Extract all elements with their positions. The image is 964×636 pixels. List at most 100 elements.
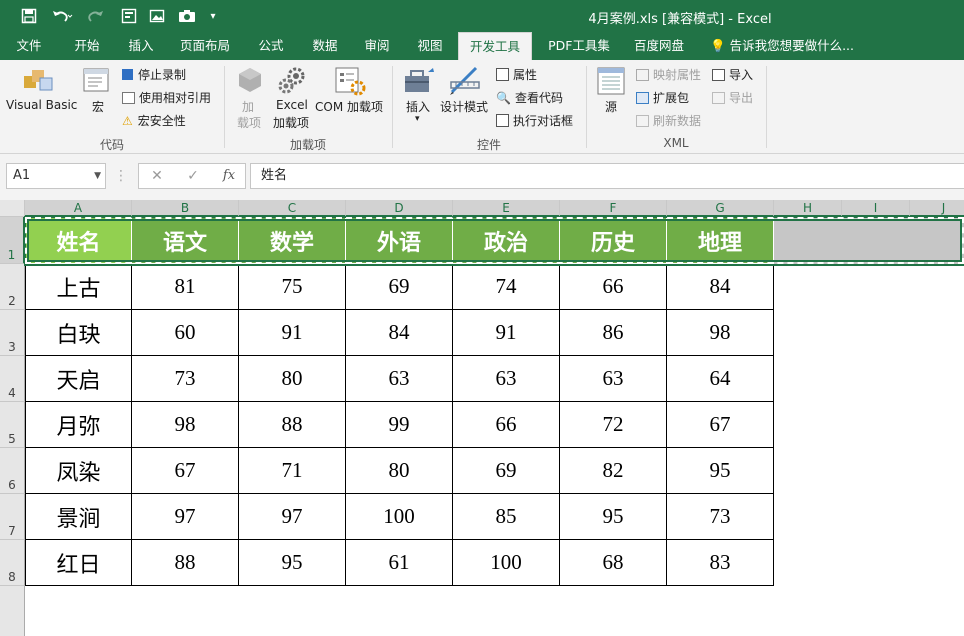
- score-cell[interactable]: 68: [560, 540, 667, 586]
- row-header-3[interactable]: 3: [0, 310, 25, 356]
- score-cell[interactable]: 98: [667, 310, 774, 356]
- header-cell-history[interactable]: 历史: [560, 218, 667, 264]
- column-header-j[interactable]: J: [910, 200, 964, 217]
- score-cell[interactable]: 97: [239, 494, 346, 540]
- score-cell[interactable]: 72: [560, 402, 667, 448]
- tab-developer[interactable]: 开发工具: [458, 32, 532, 60]
- insert-function-icon[interactable]: fx: [217, 163, 241, 189]
- save-icon[interactable]: [18, 5, 40, 27]
- row-header-6[interactable]: 6: [0, 448, 25, 494]
- score-cell[interactable]: 86: [560, 310, 667, 356]
- stop-recording-button[interactable]: 停止录制: [122, 66, 186, 83]
- macro-security-button[interactable]: ⚠宏安全性: [122, 112, 186, 129]
- row-header-5[interactable]: 5: [0, 402, 25, 448]
- score-cell[interactable]: 67: [132, 448, 239, 494]
- insert-control-button[interactable]: 插入: [406, 98, 430, 115]
- tab-insert[interactable]: 插入: [118, 32, 164, 60]
- score-cell[interactable]: 73: [132, 356, 239, 402]
- run-dialog-button[interactable]: 执行对话框: [496, 112, 573, 129]
- view-code-button[interactable]: 🔍查看代码: [496, 89, 563, 106]
- header-cell-politics[interactable]: 政治: [453, 218, 560, 264]
- name-box[interactable]: A1 ▼: [6, 163, 106, 189]
- row-header-1[interactable]: 1: [0, 217, 25, 264]
- picture-icon[interactable]: [146, 5, 168, 27]
- name-cell[interactable]: 上古: [25, 264, 132, 310]
- cancel-icon[interactable]: ✕: [145, 163, 169, 189]
- form-icon[interactable]: [118, 5, 140, 27]
- score-cell[interactable]: 99: [346, 402, 453, 448]
- tab-file[interactable]: 文件: [6, 32, 52, 60]
- score-cell[interactable]: 66: [560, 264, 667, 310]
- score-cell[interactable]: 84: [346, 310, 453, 356]
- score-cell[interactable]: 91: [453, 310, 560, 356]
- score-cell[interactable]: 84: [667, 264, 774, 310]
- column-header-i[interactable]: I: [842, 200, 910, 217]
- score-cell[interactable]: 85: [453, 494, 560, 540]
- visual-basic-button[interactable]: Visual Basic: [6, 98, 77, 112]
- score-cell[interactable]: 80: [239, 356, 346, 402]
- score-cell[interactable]: 75: [239, 264, 346, 310]
- name-cell[interactable]: 凤染: [25, 448, 132, 494]
- tab-page-layout[interactable]: 页面布局: [172, 32, 238, 60]
- header-cell-chinese[interactable]: 语文: [132, 218, 239, 264]
- refresh-data-button[interactable]: 刷新数据: [636, 112, 701, 129]
- undo-icon[interactable]: [48, 5, 76, 27]
- score-cell[interactable]: 83: [667, 540, 774, 586]
- properties-button[interactable]: 属性: [496, 66, 537, 83]
- score-cell[interactable]: 74: [453, 264, 560, 310]
- score-cell[interactable]: 98: [132, 402, 239, 448]
- column-header-c[interactable]: C: [239, 200, 346, 217]
- customize-icon[interactable]: ▾: [206, 5, 220, 27]
- tab-baidu-netdisk[interactable]: 百度网盘: [626, 32, 692, 60]
- column-header-e[interactable]: E: [453, 200, 560, 217]
- expansion-packs-button[interactable]: 扩展包: [636, 89, 689, 106]
- excel-addins-label-1[interactable]: Excel: [276, 98, 308, 112]
- name-box-dropdown-icon[interactable]: ▼: [94, 164, 101, 188]
- score-cell[interactable]: 69: [453, 448, 560, 494]
- select-all-corner[interactable]: [0, 200, 25, 217]
- macros-button[interactable]: 宏: [92, 98, 104, 115]
- tab-home[interactable]: 开始: [64, 32, 110, 60]
- column-header-f[interactable]: F: [560, 200, 667, 217]
- score-cell[interactable]: 100: [346, 494, 453, 540]
- score-cell[interactable]: 81: [132, 264, 239, 310]
- score-cell[interactable]: 91: [239, 310, 346, 356]
- tab-pdf-tools[interactable]: PDF工具集: [540, 32, 618, 60]
- score-cell[interactable]: 80: [346, 448, 453, 494]
- score-cell[interactable]: 66: [453, 402, 560, 448]
- score-cell[interactable]: 88: [239, 402, 346, 448]
- row-header-2[interactable]: 2: [0, 264, 25, 310]
- column-header-h[interactable]: H: [774, 200, 842, 217]
- camera-icon[interactable]: [176, 5, 198, 27]
- score-cell[interactable]: 95: [560, 494, 667, 540]
- tab-formulas[interactable]: 公式: [248, 32, 294, 60]
- name-cell[interactable]: 月弥: [25, 402, 132, 448]
- tab-data[interactable]: 数据: [302, 32, 348, 60]
- score-cell[interactable]: 61: [346, 540, 453, 586]
- formula-input[interactable]: 姓名: [250, 163, 964, 189]
- map-properties-button[interactable]: 映射属性: [636, 66, 701, 83]
- xml-source-button[interactable]: 源: [605, 98, 617, 115]
- tell-me-box[interactable]: 💡 告诉我您想要做什么...: [710, 32, 854, 60]
- score-cell[interactable]: 69: [346, 264, 453, 310]
- column-header-g[interactable]: G: [667, 200, 774, 217]
- design-mode-button[interactable]: 设计模式: [440, 98, 488, 115]
- redo-icon[interactable]: [84, 5, 112, 27]
- name-cell[interactable]: 白玦: [25, 310, 132, 356]
- score-cell[interactable]: 71: [239, 448, 346, 494]
- tab-view[interactable]: 视图: [407, 32, 453, 60]
- header-cell-foreign-language[interactable]: 外语: [346, 218, 453, 264]
- column-header-a[interactable]: A: [25, 200, 132, 217]
- score-cell[interactable]: 95: [667, 448, 774, 494]
- import-button[interactable]: 导入: [712, 66, 753, 83]
- header-cell-math[interactable]: 数学: [239, 218, 346, 264]
- row-header-8[interactable]: 8: [0, 540, 25, 586]
- header-cell-name[interactable]: 姓名: [26, 218, 132, 264]
- score-cell[interactable]: 67: [667, 402, 774, 448]
- name-cell[interactable]: 景涧: [25, 494, 132, 540]
- name-cell[interactable]: 天启: [25, 356, 132, 402]
- score-cell[interactable]: 95: [239, 540, 346, 586]
- score-cell[interactable]: 63: [346, 356, 453, 402]
- score-cell[interactable]: 63: [560, 356, 667, 402]
- row-header-7[interactable]: 7: [0, 494, 25, 540]
